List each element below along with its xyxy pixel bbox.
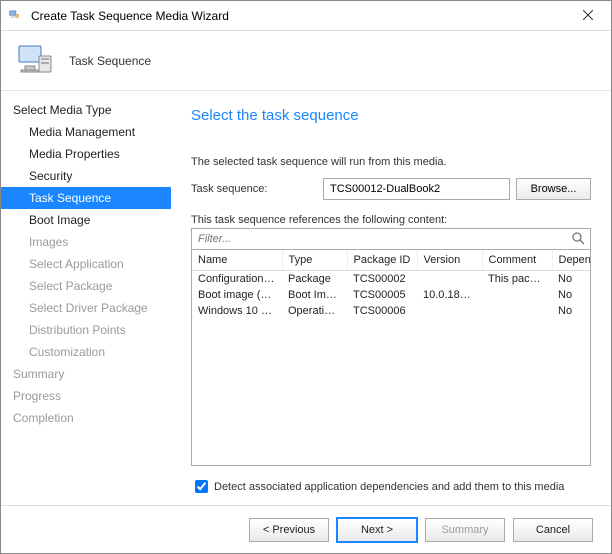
window-title: Create Task Sequence Media Wizard bbox=[31, 9, 229, 23]
title-area: Create Task Sequence Media Wizard bbox=[9, 8, 229, 24]
cell-type: Operating ... bbox=[282, 303, 347, 319]
page-description: The selected task sequence will run from… bbox=[191, 156, 591, 168]
cell-type: Boot Image bbox=[282, 287, 347, 303]
content-grid: NameTypePackage IDVersionCommentDependen… bbox=[191, 250, 591, 466]
sidebar-item: Images bbox=[1, 231, 171, 253]
cell-comment bbox=[482, 303, 552, 319]
references-description: This task sequence references the follow… bbox=[191, 214, 591, 226]
table-row[interactable]: Windows 10 1909Operating ...TCS00006 No bbox=[192, 303, 591, 319]
sidebar-item: Summary bbox=[1, 363, 171, 385]
sidebar-item: Completion bbox=[1, 407, 171, 429]
detect-dependencies-label[interactable]: Detect associated application dependenci… bbox=[214, 481, 564, 493]
sidebar-item: Customization bbox=[1, 341, 171, 363]
detect-dependencies-row: Detect associated application dependenci… bbox=[191, 476, 591, 505]
summary-button[interactable]: Summary bbox=[425, 518, 505, 542]
cell-dependency: No bbox=[552, 287, 591, 303]
column-header[interactable]: Dependency bbox=[552, 250, 591, 271]
cell-version bbox=[417, 271, 482, 288]
wizard-sidebar: Select Media TypeMedia ManagementMedia P… bbox=[1, 91, 171, 505]
sidebar-item: Select Driver Package bbox=[1, 297, 171, 319]
task-sequence-label: Task sequence: bbox=[191, 183, 317, 195]
cell-name: Windows 10 1909 bbox=[192, 303, 282, 319]
detect-dependencies-checkbox[interactable] bbox=[195, 480, 208, 493]
table-body: Configuration M...PackageTCS00002 This pa… bbox=[192, 271, 591, 320]
sidebar-item[interactable]: Task Sequence bbox=[1, 187, 171, 209]
titlebar: Create Task Sequence Media Wizard bbox=[1, 1, 611, 31]
table-header-row: NameTypePackage IDVersionCommentDependen… bbox=[192, 250, 591, 271]
wizard-main: Select the task sequence The selected ta… bbox=[171, 91, 611, 505]
column-header[interactable]: Name bbox=[192, 250, 282, 271]
sidebar-item: Progress bbox=[1, 385, 171, 407]
close-icon bbox=[583, 9, 593, 23]
wizard-footer: < Previous Next > Summary Cancel bbox=[1, 505, 611, 553]
column-header[interactable]: Package ID bbox=[347, 250, 417, 271]
previous-button[interactable]: < Previous bbox=[249, 518, 329, 542]
cell-dependency: No bbox=[552, 303, 591, 319]
task-sequence-input[interactable] bbox=[323, 178, 510, 200]
cell-package_id: TCS00005 bbox=[347, 287, 417, 303]
column-header[interactable]: Version bbox=[417, 250, 482, 271]
sidebar-item: Distribution Points bbox=[1, 319, 171, 341]
sidebar-item: Select Package bbox=[1, 275, 171, 297]
cell-package_id: TCS00006 bbox=[347, 303, 417, 319]
sidebar-item: Select Application bbox=[1, 253, 171, 275]
page-header: Task Sequence bbox=[1, 31, 611, 91]
app-icon bbox=[9, 8, 25, 24]
cell-name: Boot image (x64) bbox=[192, 287, 282, 303]
page-header-title: Task Sequence bbox=[69, 54, 151, 68]
content-table: NameTypePackage IDVersionCommentDependen… bbox=[192, 250, 591, 319]
search-icon bbox=[572, 232, 585, 250]
next-button[interactable]: Next > bbox=[337, 518, 417, 542]
sidebar-item[interactable]: Media Management bbox=[1, 121, 171, 143]
cell-type: Package bbox=[282, 271, 347, 288]
filter-input[interactable] bbox=[191, 228, 591, 250]
cell-package_id: TCS00002 bbox=[347, 271, 417, 288]
cancel-button[interactable]: Cancel bbox=[513, 518, 593, 542]
wizard-window: Create Task Sequence Media Wizard Task S… bbox=[0, 0, 612, 554]
sidebar-item[interactable]: Media Properties bbox=[1, 143, 171, 165]
cell-version: 10.0.1836... bbox=[417, 287, 482, 303]
filter-wrap bbox=[191, 228, 591, 250]
page-title: Select the task sequence bbox=[191, 107, 591, 124]
cell-version bbox=[417, 303, 482, 319]
sidebar-item[interactable]: Boot Image bbox=[1, 209, 171, 231]
table-row[interactable]: Configuration M...PackageTCS00002 This pa… bbox=[192, 271, 591, 288]
browse-button[interactable]: Browse... bbox=[516, 178, 591, 200]
cell-dependency: No bbox=[552, 271, 591, 288]
sidebar-item[interactable]: Security bbox=[1, 165, 171, 187]
table-row[interactable]: Boot image (x64)Boot ImageTCS0000510.0.1… bbox=[192, 287, 591, 303]
close-button[interactable] bbox=[565, 1, 611, 31]
sidebar-item[interactable]: Select Media Type bbox=[1, 99, 171, 121]
column-header[interactable]: Comment bbox=[482, 250, 552, 271]
cell-comment: This packag... bbox=[482, 271, 552, 288]
task-sequence-row: Task sequence: Browse... bbox=[191, 178, 591, 200]
cell-comment bbox=[482, 287, 552, 303]
column-header[interactable]: Type bbox=[282, 250, 347, 271]
cell-name: Configuration M... bbox=[192, 271, 282, 288]
task-sequence-icon bbox=[15, 38, 55, 83]
wizard-body: Select Media TypeMedia ManagementMedia P… bbox=[1, 91, 611, 505]
